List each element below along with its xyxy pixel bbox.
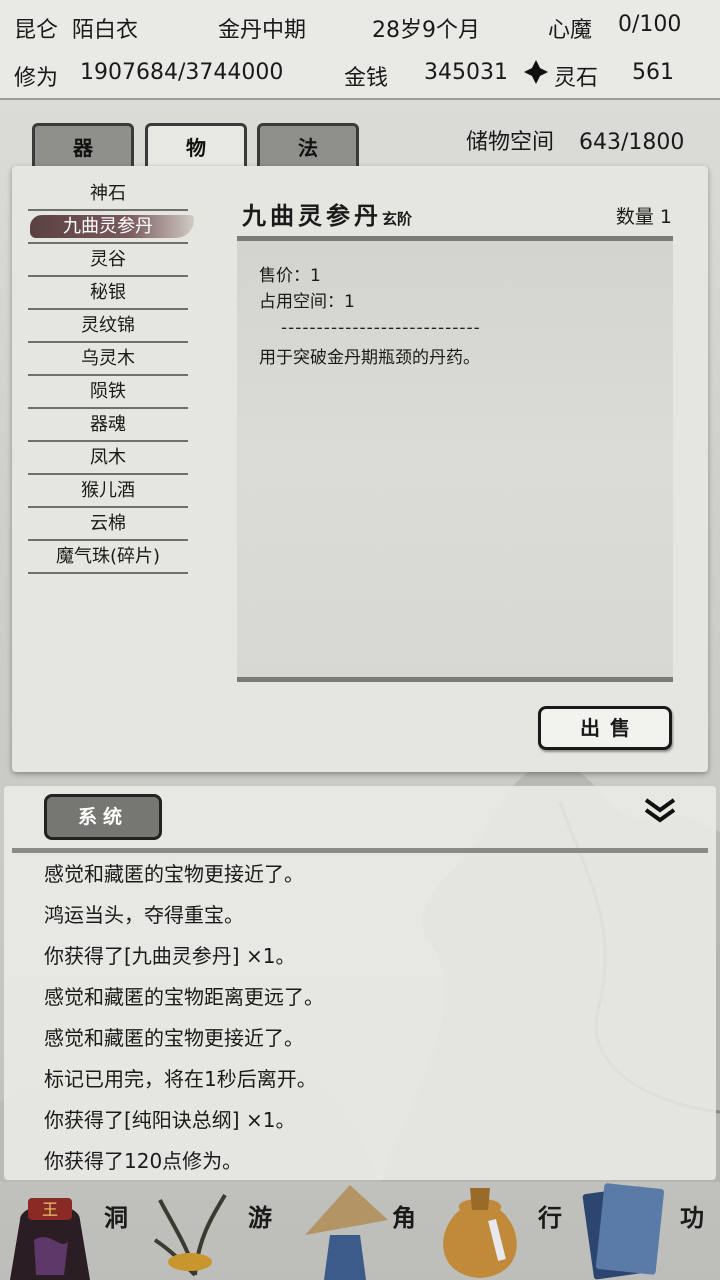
log-line: 你获得了[纯阳诀总纲] ×1。 (44, 1108, 296, 1132)
list-item[interactable]: 器魂 (28, 409, 188, 442)
nav-character-button[interactable]: 角 (290, 1180, 430, 1280)
status-bar: 昆仑 陌白衣 金丹中期 28岁9个月 心魔 0/100 修为 1907684/3… (0, 0, 720, 100)
item-detail-box: 售价：1 占用空间：1 ----------------------------… (237, 236, 673, 682)
list-item[interactable]: 猴儿酒 (28, 475, 188, 508)
list-item[interactable]: 灵谷 (28, 244, 188, 277)
demon-value: 0/100 (618, 12, 682, 37)
tab-items[interactable]: 物 (145, 123, 247, 171)
log-divider (12, 848, 708, 853)
king-icon: 王 (10, 1198, 90, 1280)
nav-action-button[interactable]: 行 (430, 1180, 580, 1280)
item-quantity: 数量 1 (615, 206, 672, 228)
item-label: 神石 (90, 183, 126, 204)
character-name: 陌白衣 (72, 18, 139, 43)
sell-button[interactable]: 出售 (538, 706, 672, 750)
item-label: 凤木 (90, 447, 126, 468)
storage-value: 643/1800 (579, 130, 685, 155)
svg-text:王: 王 (42, 1200, 58, 1219)
list-item[interactable]: 陨铁 (28, 376, 188, 409)
list-item[interactable]: 魔气珠(碎片) (28, 541, 188, 574)
item-label: 器魂 (90, 414, 126, 435)
list-item-selected[interactable]: 九曲灵参丹 (28, 211, 194, 244)
realm-label: 金丹中期 (218, 18, 307, 43)
bag-icon (443, 1188, 517, 1278)
item-name-text: 九曲灵参丹 (242, 201, 382, 230)
tab-techniques[interactable]: 法 (257, 123, 359, 169)
storage-label: 储物空间 (466, 130, 555, 155)
item-label: 灵纹锦 (81, 315, 135, 336)
item-label: 猴儿酒 (81, 480, 135, 501)
nav-skills-label: 功 (680, 1203, 704, 1232)
detail-separator: ---------------------------- (281, 318, 481, 338)
bamboo-hat-icon (305, 1185, 388, 1280)
collapse-chevron-icon[interactable] (642, 796, 678, 826)
item-description: 用于突破金丹期瓶颈的丹药。 (259, 348, 480, 368)
log-line: 感觉和藏匿的宝物更接近了。 (44, 862, 304, 886)
list-item[interactable]: 灵纹锦 (28, 310, 188, 343)
nav-travel-label: 游 (248, 1203, 272, 1232)
bottom-nav: 王 洞 游 角 行 功 (0, 1180, 720, 1280)
nav-cave-label: 洞 (104, 1203, 128, 1232)
log-lines: 感觉和藏匿的宝物更接近了。 鸿运当头，夺得重宝。 你获得了[九曲灵参丹] ×1。… (44, 856, 324, 1184)
log-line: 你获得了120点修为。 (44, 1149, 243, 1173)
spirit-stone-icon (522, 58, 550, 92)
list-item[interactable]: 乌灵木 (28, 343, 188, 376)
location-label: 昆仑 (14, 18, 59, 43)
list-item[interactable]: 云棉 (28, 508, 188, 541)
book-icon (582, 1183, 665, 1280)
item-space: 占用空间：1 (259, 292, 355, 312)
item-label: 灵谷 (90, 249, 126, 270)
item-label: 乌灵木 (81, 348, 135, 369)
nav-character-label: 角 (392, 1203, 416, 1232)
cultivation-value: 1907684/3744000 (80, 60, 284, 85)
log-line: 标记已用完，将在1秒后离开。 (44, 1067, 317, 1091)
age-label: 28岁9个月 (372, 18, 480, 43)
money-label: 金钱 (344, 66, 389, 91)
item-grade: 玄阶 (382, 210, 413, 228)
item-label: 云棉 (90, 513, 126, 534)
system-log-panel: 系统 感觉和藏匿的宝物更接近了。 鸿运当头，夺得重宝。 你获得了[九曲灵参丹] … (4, 786, 716, 1180)
log-line: 你获得了[九曲灵参丹] ×1。 (44, 944, 296, 968)
item-label: 秘银 (90, 282, 126, 303)
nav-action-label: 行 (538, 1203, 562, 1232)
item-label: 九曲灵参丹 (63, 216, 153, 237)
inventory-panel: 神石 九曲灵参丹 灵谷 秘银 灵纹锦 乌灵木 陨铁 器魂 凤木 猴儿酒 云棉 魔… (12, 166, 708, 772)
list-item[interactable]: 凤木 (28, 442, 188, 475)
nav-cave-button[interactable]: 王 洞 (0, 1180, 140, 1280)
log-line: 鸿运当头，夺得重宝。 (44, 903, 244, 927)
spirit-stone-label: 灵石 (554, 66, 599, 91)
item-list: 神石 九曲灵参丹 灵谷 秘银 灵纹锦 乌灵木 陨铁 器魂 凤木 猴儿酒 云棉 魔… (28, 178, 194, 574)
cultivation-label: 修为 (14, 66, 59, 91)
list-item[interactable]: 神石 (28, 178, 188, 211)
storage-capacity: 储物空间 643/1800 (466, 124, 684, 156)
money-value: 345031 (424, 60, 508, 85)
nav-skills-button[interactable]: 功 (580, 1180, 720, 1280)
tab-system[interactable]: 系统 (44, 794, 162, 840)
item-price: 售价：1 (259, 266, 321, 286)
log-line: 感觉和藏匿的宝物更接近了。 (44, 1026, 304, 1050)
list-item[interactable]: 秘银 (28, 277, 188, 310)
tab-equipment[interactable]: 器 (32, 123, 134, 169)
item-label: 陨铁 (90, 381, 126, 402)
demon-label: 心魔 (548, 18, 593, 43)
herb-icon (153, 1193, 227, 1277)
nav-travel-button[interactable]: 游 (140, 1180, 290, 1280)
item-title: 九曲灵参丹玄阶 (242, 196, 412, 231)
item-label: 魔气珠(碎片) (55, 546, 161, 567)
log-line: 感觉和藏匿的宝物距离更远了。 (44, 985, 324, 1009)
spirit-stone-value: 561 (632, 60, 674, 85)
item-detail-text: 售价：1 占用空间：1 ----------------------------… (259, 263, 481, 371)
